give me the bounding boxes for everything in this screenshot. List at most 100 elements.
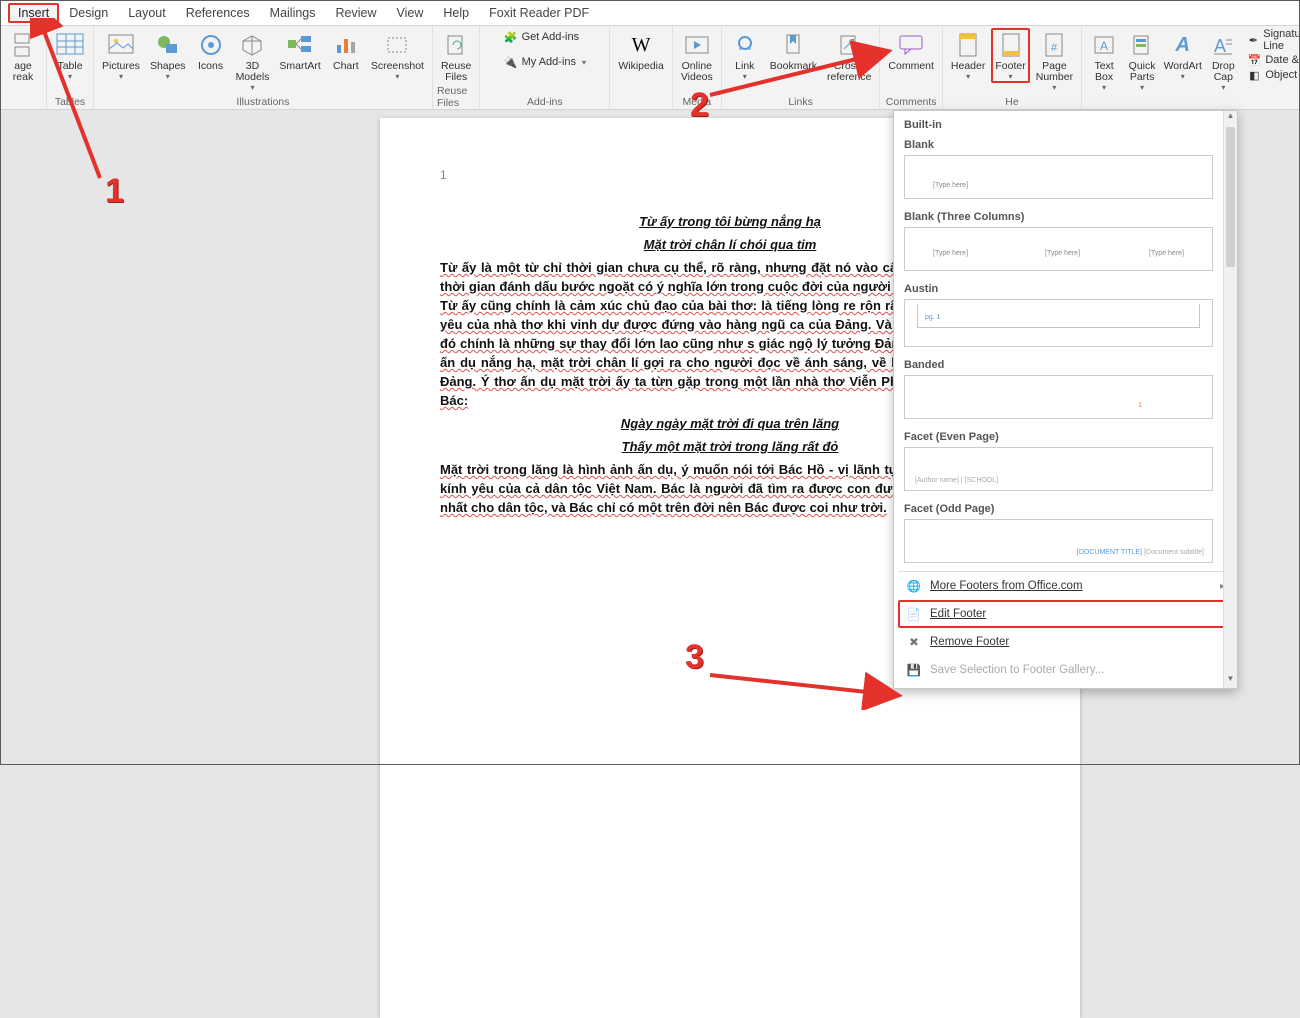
page-break-icon bbox=[8, 30, 38, 60]
group-wikipedia: WWikipedia bbox=[610, 26, 673, 109]
pictures-button[interactable]: Pictures bbox=[98, 28, 144, 83]
footer-button[interactable]: Footer bbox=[991, 28, 1029, 83]
group-illustrations: Pictures Shapes Icons 3D Models SmartArt… bbox=[94, 26, 433, 109]
group-addins: 🧩Get Add-ins 🔌My Add-ins▾ Add-ins bbox=[480, 26, 610, 109]
footer-preset-blank[interactable]: [Type here] bbox=[904, 155, 1213, 199]
chevron-down-icon bbox=[166, 72, 170, 81]
chevron-down-icon bbox=[743, 72, 747, 81]
annotation-number-2: 2 bbox=[690, 86, 709, 125]
dd-label-blank3: Blank (Three Columns) bbox=[898, 205, 1219, 225]
chevron-down-icon bbox=[250, 83, 254, 92]
screenshot-icon bbox=[382, 30, 412, 60]
tab-help[interactable]: Help bbox=[433, 2, 479, 24]
ribbon: age reak Table Tables Pictures Shapes Ic… bbox=[0, 26, 1300, 110]
comment-button[interactable]: Comment bbox=[884, 28, 938, 74]
calendar-icon: 📅 bbox=[1247, 53, 1261, 67]
online-videos-button[interactable]: Online Videos bbox=[677, 28, 717, 85]
textbox-icon: A bbox=[1089, 30, 1119, 60]
wordart-button[interactable]: AWordArt bbox=[1162, 28, 1203, 83]
dropcap-button[interactable]: ADrop Cap bbox=[1205, 28, 1241, 94]
footer-preset-facet-odd[interactable]: [DOCUMENT TITLE] [Document subtitle] bbox=[904, 519, 1213, 563]
footer-dropdown: Built-in Blank [Type here] Blank (Three … bbox=[893, 110, 1238, 689]
footer-preset-banded[interactable]: 1 bbox=[904, 375, 1213, 419]
svg-text:A: A bbox=[1100, 39, 1108, 53]
reuse-files-button[interactable]: Reuse Files bbox=[437, 28, 475, 85]
dd-label-blank: Blank bbox=[898, 133, 1219, 153]
chevron-down-icon bbox=[966, 72, 970, 81]
crossref-button[interactable]: Cross- reference bbox=[823, 28, 875, 85]
link-button[interactable]: Link bbox=[726, 28, 764, 83]
scroll-up-icon[interactable]: ▲ bbox=[1224, 111, 1237, 125]
header-icon bbox=[953, 30, 983, 60]
annotation-number-1: 1 bbox=[105, 172, 124, 211]
dropdown-scrollbar[interactable]: ▲ ▼ bbox=[1223, 111, 1237, 688]
pagenumber-icon: # bbox=[1039, 30, 1069, 60]
chart-icon bbox=[331, 30, 361, 60]
group-reusefiles: Reuse Files Reuse Files bbox=[433, 26, 480, 109]
3dmodels-button[interactable]: 3D Models bbox=[232, 28, 274, 94]
link-icon bbox=[730, 30, 760, 60]
tab-design[interactable]: Design bbox=[59, 2, 118, 24]
table-icon bbox=[55, 30, 85, 60]
crossref-icon bbox=[834, 30, 864, 60]
save-icon: 💾 bbox=[906, 662, 922, 678]
ribbon-tabs: Insert Design Layout References Mailings… bbox=[0, 0, 1300, 26]
group-links: Link Bookmark Cross- reference Links bbox=[722, 26, 881, 109]
tab-references[interactable]: References bbox=[176, 2, 260, 24]
page-break-button[interactable]: age reak bbox=[4, 28, 42, 85]
my-addins-button[interactable]: 🔌My Add-ins▾ bbox=[504, 55, 586, 69]
pagenumber-button[interactable]: #Page Number bbox=[1032, 28, 1077, 94]
scroll-down-icon[interactable]: ▼ bbox=[1224, 674, 1237, 688]
more-footers-link[interactable]: 🌐 More Footers from Office.com ▸ bbox=[898, 572, 1233, 600]
dropcap-icon: A bbox=[1208, 30, 1238, 60]
group-pages: age reak bbox=[0, 26, 47, 109]
tab-insert[interactable]: Insert bbox=[8, 3, 59, 23]
chevron-down-icon bbox=[68, 72, 72, 81]
pictures-icon bbox=[106, 30, 136, 60]
tab-view[interactable]: View bbox=[387, 2, 434, 24]
object-button[interactable]: ◧Object▾ bbox=[1247, 68, 1300, 82]
video-icon bbox=[682, 30, 712, 60]
date-time-button[interactable]: 📅Date & Time bbox=[1247, 53, 1300, 67]
signature-icon: ✒ bbox=[1247, 33, 1259, 47]
smartart-button[interactable]: SmartArt bbox=[275, 28, 324, 74]
chevron-down-icon bbox=[119, 72, 123, 81]
screenshot-button[interactable]: Screenshot bbox=[367, 28, 428, 83]
chevron-down-icon bbox=[1009, 72, 1013, 81]
header-button[interactable]: Header bbox=[947, 28, 989, 83]
document-canvas: 1 Từ ấy trong tôi bừng nắng hạ Mặt trời … bbox=[0, 110, 1300, 765]
shapes-button[interactable]: Shapes bbox=[146, 28, 190, 83]
signature-line-button[interactable]: ✒Signature Line▾ bbox=[1247, 28, 1300, 52]
reuse-files-icon bbox=[441, 30, 471, 60]
footer-preset-austin[interactable]: pg. 1 bbox=[904, 299, 1213, 347]
tab-mailings[interactable]: Mailings bbox=[260, 2, 326, 24]
textbox-button[interactable]: AText Box bbox=[1086, 28, 1122, 94]
dd-label-austin: Austin bbox=[898, 277, 1219, 297]
icons-icon bbox=[196, 30, 226, 60]
addins-icon: 🔌 bbox=[504, 55, 518, 69]
tab-foxit[interactable]: Foxit Reader PDF bbox=[479, 2, 599, 24]
chevron-down-icon bbox=[395, 72, 399, 81]
globe-icon: 🌐 bbox=[906, 578, 922, 594]
group-comments: Comment Comments bbox=[880, 26, 943, 109]
tab-layout[interactable]: Layout bbox=[118, 2, 176, 24]
dd-label-facet-odd: Facet (Odd Page) bbox=[898, 497, 1219, 517]
footer-preset-blank3[interactable]: [Type here] [Type here] [Type here] bbox=[904, 227, 1213, 271]
remove-footer-link[interactable]: ✖ Remove Footer bbox=[898, 628, 1233, 656]
footer-preset-facet-even[interactable]: [Author name] | [SCHOOL] bbox=[904, 447, 1213, 491]
tab-review[interactable]: Review bbox=[326, 2, 387, 24]
scroll-thumb[interactable] bbox=[1226, 127, 1235, 267]
bookmark-icon bbox=[778, 30, 808, 60]
icons-button[interactable]: Icons bbox=[192, 28, 230, 74]
bookmark-button[interactable]: Bookmark bbox=[766, 28, 821, 74]
quickparts-button[interactable]: Quick Parts bbox=[1124, 28, 1160, 94]
page-icon: 📄 bbox=[906, 606, 922, 622]
get-addins-button[interactable]: 🧩Get Add-ins bbox=[504, 30, 586, 44]
chart-button[interactable]: Chart bbox=[327, 28, 365, 74]
chevron-down-icon bbox=[1102, 83, 1106, 92]
table-button[interactable]: Table bbox=[51, 28, 89, 83]
wikipedia-button[interactable]: WWikipedia bbox=[614, 28, 668, 74]
edit-footer-link[interactable]: 📄 Edit Footer bbox=[898, 600, 1233, 628]
svg-text:A: A bbox=[1214, 36, 1226, 56]
cube-icon bbox=[237, 30, 267, 60]
